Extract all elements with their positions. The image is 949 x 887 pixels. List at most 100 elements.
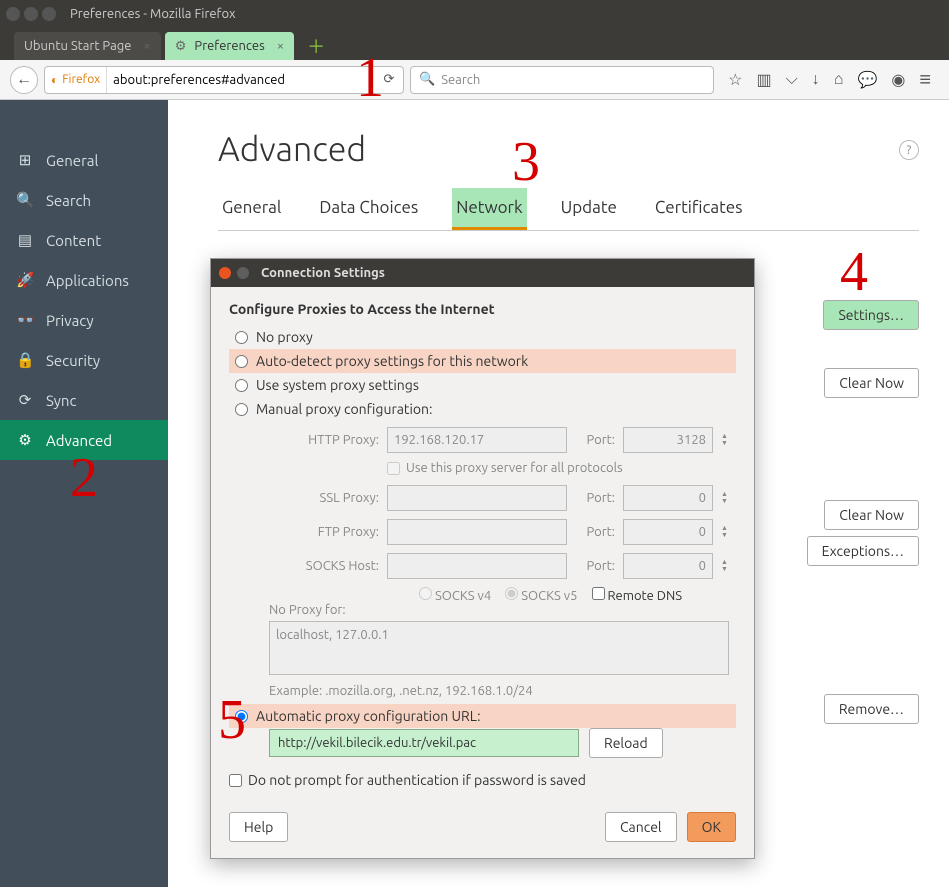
sidebar-item-privacy[interactable]: 👓 Privacy <box>0 300 168 340</box>
subtab-certificates[interactable]: Certificates <box>651 188 747 230</box>
help-button[interactable]: Help <box>229 812 288 842</box>
no-proxy-example: Example: .mozilla.org, .net.nz, 192.168.… <box>269 684 736 698</box>
toolbar-icons: ☆ ▥ ⌵ ↓ ⌂ 💬 ◉ ≡ <box>720 67 939 92</box>
search-bar[interactable]: 🔍 Search <box>410 66 714 94</box>
url-input[interactable] <box>107 73 375 87</box>
port-label: Port: <box>575 559 615 573</box>
sidebar-item-content[interactable]: ▤Content <box>0 220 168 260</box>
window-title: Preferences - Mozilla Firefox <box>70 7 236 21</box>
radio-no-proxy[interactable]: No proxy <box>229 325 736 349</box>
checkbox-input[interactable] <box>592 587 605 600</box>
sidebar-item-applications[interactable]: 🚀Applications <box>0 260 168 300</box>
maximize-window-icon[interactable] <box>42 7 56 21</box>
library-icon[interactable]: ▥ <box>757 70 772 89</box>
radio-label: Auto-detect proxy settings for this netw… <box>256 353 528 369</box>
subtab-general[interactable]: General <box>218 188 285 230</box>
pocket-icon[interactable]: ⌵ <box>786 70 798 89</box>
subtab-data-choices[interactable]: Data Choices <box>315 188 422 230</box>
pac-url-input[interactable] <box>269 729 579 757</box>
radio-manual[interactable]: Manual proxy configuration: <box>229 397 736 421</box>
ftp-proxy-input <box>387 519 567 545</box>
sidebar-item-label: General <box>46 152 98 169</box>
no-prompt-checkbox[interactable] <box>229 774 242 787</box>
sidebar-item-security[interactable]: 🔒Security <box>0 340 168 380</box>
home-icon[interactable]: ⌂ <box>834 70 844 89</box>
dialog-close-icon[interactable] <box>219 267 231 279</box>
menu-icon[interactable]: ≡ <box>919 67 931 92</box>
sidebar-item-label: Search <box>46 192 91 209</box>
sidebar-item-label: Sync <box>46 392 76 409</box>
applications-icon: 🚀 <box>16 271 34 289</box>
ftp-port-input <box>623 519 713 545</box>
ssl-port-input <box>623 485 713 511</box>
radio-label: Use system proxy settings <box>256 377 419 393</box>
search-icon: 🔍 <box>16 191 34 209</box>
sidebar-item-label: Privacy <box>46 312 94 329</box>
help-icon[interactable]: ? <box>899 140 919 160</box>
sidebar-item-advanced[interactable]: ⚙Advanced <box>0 420 168 460</box>
radio-input <box>505 587 518 600</box>
tab-label: Ubuntu Start Page <box>24 39 131 53</box>
spinner-icon: ▲▼ <box>721 559 735 573</box>
reload-icon[interactable]: ⟳ <box>375 72 403 87</box>
port-label: Port: <box>575 525 615 539</box>
radio-input[interactable] <box>235 403 248 416</box>
port-label: Port: <box>575 491 615 505</box>
radio-label: SOCKS v4 <box>435 589 491 603</box>
remove-button[interactable]: Remove… <box>824 694 919 724</box>
gear-icon: ⚙ <box>175 39 187 54</box>
http-proxy-label: HTTP Proxy: <box>269 433 379 447</box>
radio-input[interactable] <box>235 379 248 392</box>
new-tab-button[interactable]: ＋ <box>304 34 328 58</box>
chat-icon[interactable]: 💬 <box>857 70 877 89</box>
cancel-button[interactable]: Cancel <box>605 812 677 842</box>
ok-button[interactable]: OK <box>687 812 736 842</box>
bookmark-icon[interactable]: ☆ <box>728 70 742 89</box>
radio-label: No proxy <box>256 329 313 345</box>
spinner-icon: ▲▼ <box>721 525 735 539</box>
privacy-icon: 👓 <box>16 311 34 329</box>
radio-auto-detect[interactable]: Auto-detect proxy settings for this netw… <box>229 349 736 373</box>
radio-input[interactable] <box>235 710 248 723</box>
sidebar-item-label: Security <box>46 352 100 369</box>
tab-preferences[interactable]: ⚙ Preferences × <box>165 32 294 60</box>
port-label: Port: <box>575 433 615 447</box>
radio-input[interactable] <box>235 331 248 344</box>
ssl-proxy-input <box>387 485 567 511</box>
window-titlebar: Preferences - Mozilla Firefox <box>0 0 949 28</box>
dialog-min-icon[interactable] <box>237 267 249 279</box>
radio-use-system[interactable]: Use system proxy settings <box>229 373 736 397</box>
socks-v5-option: SOCKS v5 <box>505 587 577 603</box>
back-button[interactable]: ← <box>10 66 38 94</box>
http-port-input <box>623 427 713 453</box>
socks-host-input <box>387 553 567 579</box>
reload-button[interactable]: Reload <box>589 728 663 758</box>
addon-icon[interactable]: ◉ <box>891 70 905 89</box>
connection-settings-button[interactable]: Settings… <box>823 300 919 330</box>
tab-ubuntu-start[interactable]: Ubuntu Start Page × <box>14 32 161 60</box>
checkbox-label: Remote DNS <box>607 589 682 603</box>
close-icon[interactable]: × <box>143 39 150 53</box>
ssl-proxy-label: SSL Proxy: <box>269 491 379 505</box>
subtab-update[interactable]: Update <box>557 188 621 230</box>
general-icon: ⊞ <box>16 151 34 169</box>
exceptions-button[interactable]: Exceptions… <box>807 536 919 566</box>
clear-now-button-2[interactable]: Clear Now <box>824 500 919 530</box>
radio-pac-url[interactable]: Automatic proxy configuration URL: <box>229 704 736 728</box>
radio-input[interactable] <box>235 355 248 368</box>
minimize-window-icon[interactable] <box>24 7 38 21</box>
socks-v4-option: SOCKS v4 <box>419 587 491 603</box>
clear-now-button[interactable]: Clear Now <box>824 368 919 398</box>
identity-box[interactable]: ◐ Firefox <box>45 67 107 93</box>
close-window-icon[interactable] <box>6 7 20 21</box>
sidebar-item-search[interactable]: 🔍 Search <box>0 180 168 220</box>
url-bar[interactable]: ◐ Firefox ⟳ <box>44 66 404 94</box>
sidebar-item-general[interactable]: ⊞ General <box>0 140 168 180</box>
identity-label: Firefox <box>62 73 100 86</box>
sidebar-item-sync[interactable]: ⟳Sync <box>0 380 168 420</box>
sidebar-item-label: Advanced <box>46 432 112 449</box>
subtab-network[interactable]: Network <box>452 188 526 230</box>
checkbox-label: Do not prompt for authentication if pass… <box>248 772 586 788</box>
downloads-icon[interactable]: ↓ <box>812 70 820 89</box>
close-icon[interactable]: × <box>277 39 284 53</box>
